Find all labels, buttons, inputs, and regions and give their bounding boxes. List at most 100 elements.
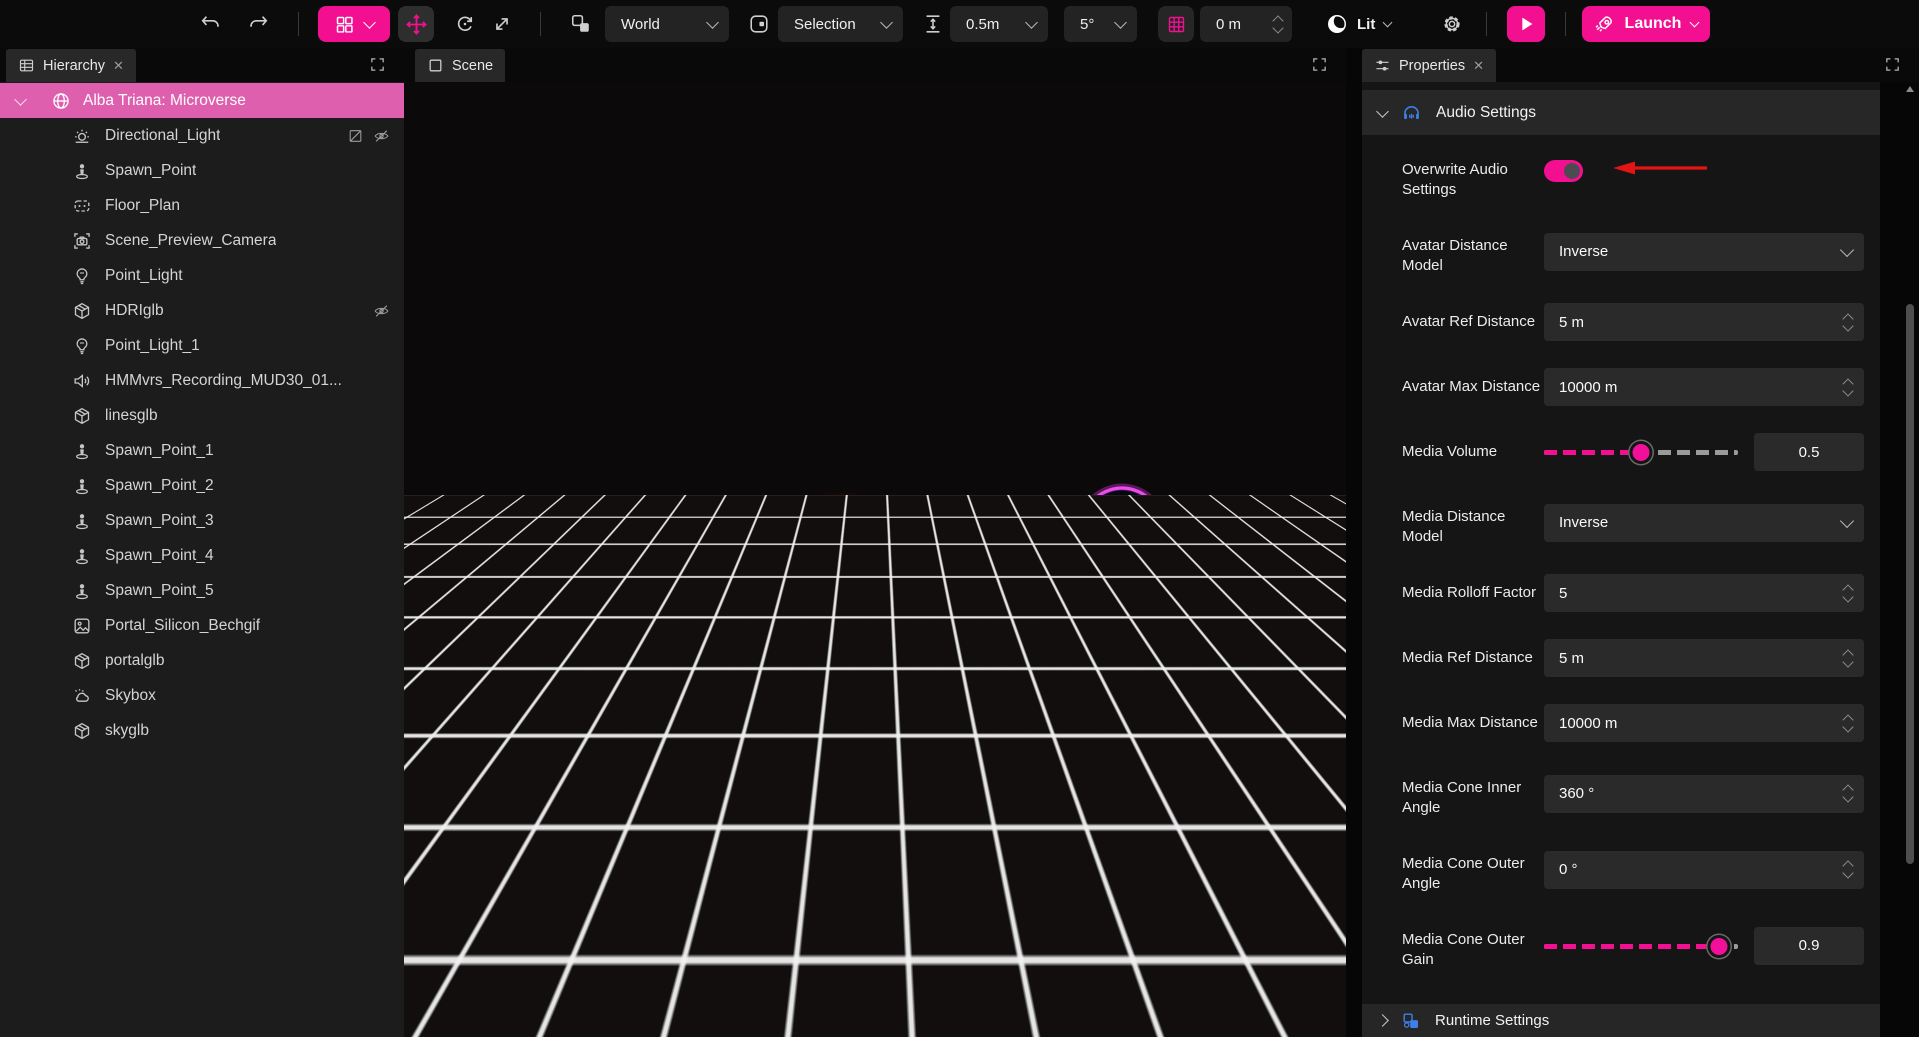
eye-slash-icon[interactable] <box>373 302 390 319</box>
tree-item[interactable]: Skybox <box>0 678 404 713</box>
headphones-icon <box>1401 102 1422 123</box>
tab-scene-label: Scene <box>452 58 493 74</box>
undo-button[interactable] <box>196 9 226 39</box>
tree-item[interactable]: HMMvrs_Recording_MUD30_01... <box>0 363 404 398</box>
toolbar-divider <box>1486 12 1487 36</box>
transform-space-select[interactable]: World <box>605 6 729 42</box>
asset-library-button[interactable] <box>318 6 390 42</box>
top-toolbar: World Selection 0.5m 5° 0 m Lit Launch <box>0 0 1919 48</box>
tree-item[interactable]: Spawn_Point_3 <box>0 503 404 538</box>
avatar-distance-model-select[interactable]: Inverse <box>1544 233 1864 271</box>
select-value: Inverse <box>1559 514 1608 531</box>
scene-tabstrip: Scene <box>404 48 1346 82</box>
shading-mode-select[interactable]: Lit <box>1322 6 1403 42</box>
media-rolloff-factor-stepper[interactable]: 5 <box>1544 574 1864 612</box>
stepper-arrows-icon[interactable] <box>1844 651 1852 666</box>
hierarchy-tree: Alba Triana: Microverse Directional_Ligh… <box>0 82 404 1037</box>
tree-item-root[interactable]: Alba Triana: Microverse <box>0 83 404 118</box>
tree-item[interactable]: portalglb <box>0 643 404 678</box>
tree-item[interactable]: Spawn_Point <box>0 153 404 188</box>
expand-icon[interactable] <box>1311 56 1328 73</box>
tree-item[interactable]: linesglb <box>0 398 404 433</box>
move-tool-button[interactable] <box>398 6 434 42</box>
media-distance-model-select[interactable]: Inverse <box>1544 504 1864 542</box>
overwrite-audio-toggle[interactable] <box>1544 160 1583 182</box>
close-icon[interactable]: ✕ <box>113 58 124 74</box>
tree-item[interactable]: skyglb <box>0 713 404 748</box>
move-snap-select[interactable]: 0.5m <box>950 6 1048 42</box>
tree-item-label: Spawn_Point_5 <box>105 582 214 600</box>
height-snap-stepper[interactable]: 0 m <box>1200 6 1292 42</box>
stepper-arrows-icon[interactable] <box>1844 586 1852 601</box>
spawn-icon <box>72 441 92 461</box>
tree-item[interactable]: Point_Light <box>0 258 404 293</box>
scale-tool-button[interactable] <box>487 9 517 39</box>
bulb-icon <box>72 336 92 356</box>
stepper-arrows-icon[interactable] <box>1844 786 1852 801</box>
tab-properties-label: Properties <box>1399 58 1465 74</box>
tree-item[interactable]: Spawn_Point_2 <box>0 468 404 503</box>
field-label: Media Ref Distance <box>1402 639 1544 677</box>
properties-scrollbar[interactable] <box>1904 84 1916 1037</box>
stepper-arrows-icon[interactable] <box>1274 17 1282 32</box>
tree-item[interactable]: Floor_Plan <box>0 188 404 223</box>
move-snap-icon <box>918 9 948 39</box>
viewport-3d[interactable]: X Z Y FFocus Q ERotate GGrab EscDeselect <box>404 82 1346 1037</box>
media-cone-outer-gain-value[interactable]: 0.9 <box>1754 927 1864 965</box>
tree-item[interactable]: Point_Light_1 <box>0 328 404 363</box>
media-cone-outer-angle-stepper[interactable]: 0 ° <box>1544 851 1864 889</box>
rotate-tool-button[interactable] <box>450 9 480 39</box>
chevron-down-icon <box>363 16 376 29</box>
media-volume-slider[interactable] <box>1544 433 1738 471</box>
tree-item[interactable]: Spawn_Point_4 <box>0 538 404 573</box>
tree-item[interactable]: HDRIglb <box>0 293 404 328</box>
expand-icon[interactable] <box>1884 56 1901 73</box>
pivot-mode-select[interactable]: Selection <box>778 6 903 42</box>
tree-item[interactable]: Spawn_Point_5 <box>0 573 404 608</box>
scroll-up-icon[interactable] <box>1906 86 1914 92</box>
settings-button[interactable] <box>1437 9 1467 39</box>
chevron-down-icon <box>1114 16 1127 29</box>
avatar-max-distance-stepper[interactable]: 10000 m <box>1544 368 1864 406</box>
play-button[interactable] <box>1507 6 1545 42</box>
chevron-down-icon <box>1690 17 1700 27</box>
rotate-snap-select[interactable]: 5° <box>1064 6 1137 42</box>
chevron-right-icon <box>1376 1014 1389 1027</box>
close-icon[interactable]: ✕ <box>1473 58 1484 74</box>
square-slash-icon[interactable] <box>347 127 364 144</box>
redo-button[interactable] <box>243 9 273 39</box>
select-value: Inverse <box>1559 243 1608 260</box>
chevron-down-icon <box>1840 513 1854 527</box>
stepper-arrows-icon[interactable] <box>1844 315 1852 330</box>
grid-snap-toggle[interactable] <box>1158 6 1194 42</box>
tree-item[interactable]: Portal_Silicon_Bechgif <box>0 608 404 643</box>
eye-slash-icon[interactable] <box>373 127 390 144</box>
stepper-arrows-icon[interactable] <box>1844 862 1852 877</box>
scrollbar-thumb[interactable] <box>1906 304 1914 864</box>
grid-4-icon <box>334 14 355 35</box>
speaker-icon <box>72 371 92 391</box>
tab-properties[interactable]: Properties ✕ <box>1362 49 1496 82</box>
media-volume-value[interactable]: 0.5 <box>1754 433 1864 471</box>
stepper-arrows-icon[interactable] <box>1844 380 1852 395</box>
audio-settings-section-header[interactable]: Audio Settings <box>1362 90 1880 135</box>
tab-scene[interactable]: Scene <box>415 49 505 82</box>
media-max-distance-stepper[interactable]: 10000 m <box>1544 704 1864 742</box>
tree-item[interactable]: Directional_Light <box>0 118 404 153</box>
media-cone-outer-gain-slider[interactable] <box>1544 927 1738 965</box>
launch-button[interactable]: Launch <box>1582 6 1710 42</box>
stepper-arrows-icon[interactable] <box>1844 716 1852 731</box>
expand-icon[interactable] <box>369 56 386 73</box>
slider-knob[interactable] <box>1707 935 1730 958</box>
tree-item[interactable]: Scene_Preview_Camera <box>0 223 404 258</box>
move-snap-value: 0.5m <box>966 16 999 33</box>
tree-item-label: HDRIglb <box>105 302 164 320</box>
tree-item[interactable]: Spawn_Point_1 <box>0 433 404 468</box>
stepper-value: 5 <box>1559 585 1567 602</box>
media-cone-inner-angle-stepper[interactable]: 360 ° <box>1544 775 1864 813</box>
slider-knob[interactable] <box>1630 441 1653 464</box>
tab-hierarchy[interactable]: Hierarchy ✕ <box>6 49 136 82</box>
runtime-settings-section-header[interactable]: Runtime Settings <box>1362 1004 1880 1037</box>
media-ref-distance-stepper[interactable]: 5 m <box>1544 639 1864 677</box>
avatar-ref-distance-stepper[interactable]: 5 m <box>1544 303 1864 341</box>
